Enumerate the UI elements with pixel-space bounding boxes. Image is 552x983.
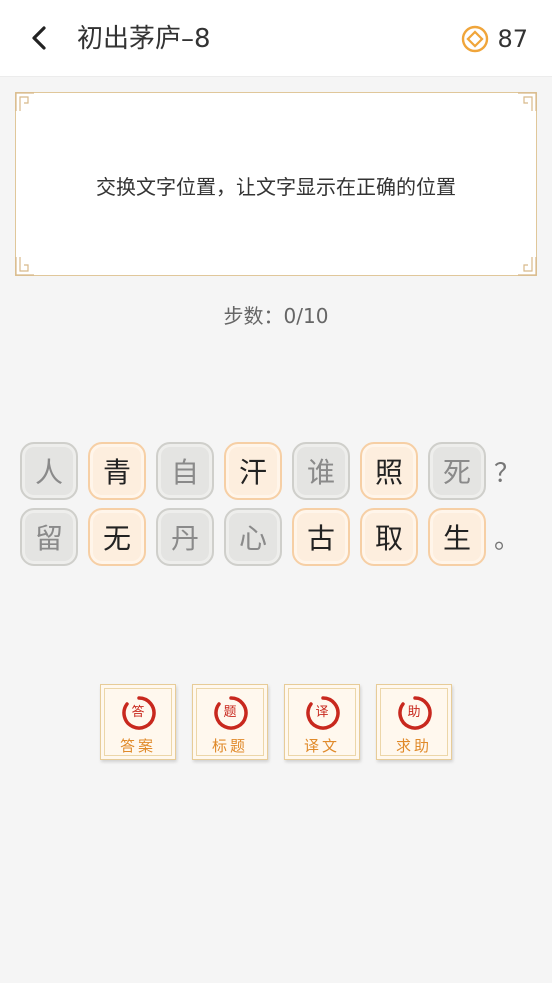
- punctuation-mark: ？: [494, 458, 521, 489]
- instruction-card: 交换文字位置，让文字显示在正确的位置: [15, 92, 537, 276]
- char-tile[interactable]: 生: [428, 508, 486, 566]
- corner-ornament-icon: [15, 257, 34, 276]
- instruction-text: 交换文字位置，让文字显示在正确的位置: [96, 175, 456, 199]
- tile-row-2: 留 无 丹 心 古 取 生 。: [20, 508, 520, 566]
- translation-button[interactable]: 译 译文: [284, 684, 360, 760]
- coin-icon: [462, 25, 489, 53]
- top-bar: 初出茅庐–8 87: [0, 0, 552, 77]
- hint-toolbar: 答 答案 题 标题 译 译文 助 求助: [100, 684, 468, 760]
- step-counter: 步数：0/10: [223, 304, 329, 328]
- char-tile[interactable]: 汗: [224, 442, 282, 500]
- char-tile[interactable]: 自: [156, 442, 214, 500]
- level-title: 初出茅庐–8: [77, 24, 211, 54]
- char-tile[interactable]: 心: [224, 508, 282, 566]
- punctuation-mark: 。: [494, 524, 521, 555]
- tool-label: 求助: [395, 737, 432, 755]
- corner-ornament-icon: [518, 257, 537, 276]
- corner-ornament-icon: [518, 92, 537, 111]
- char-tile[interactable]: 谁: [292, 442, 350, 500]
- char-tile[interactable]: 无: [88, 508, 146, 566]
- char-tile[interactable]: 青: [88, 442, 146, 500]
- back-arrow-icon[interactable]: [22, 20, 58, 56]
- coin-count: 87: [497, 25, 528, 53]
- char-tile[interactable]: 古: [292, 508, 350, 566]
- tool-label: 标题: [211, 737, 248, 755]
- answer-button[interactable]: 答 答案: [100, 684, 176, 760]
- char-tile[interactable]: 取: [360, 508, 418, 566]
- tile-row-1: 人 青 自 汗 谁 照 死 ？: [20, 442, 520, 500]
- char-tile[interactable]: 人: [20, 442, 78, 500]
- char-tile[interactable]: 留: [20, 508, 78, 566]
- tool-label: 答案: [119, 737, 156, 755]
- corner-ornament-icon: [15, 92, 34, 111]
- help-button[interactable]: 助 求助: [376, 684, 452, 760]
- coin-balance: 87: [461, 20, 528, 58]
- char-tile[interactable]: 死: [428, 442, 486, 500]
- tool-label: 译文: [303, 737, 340, 755]
- title-button[interactable]: 题 标题: [192, 684, 268, 760]
- char-tile[interactable]: 照: [360, 442, 418, 500]
- char-tile[interactable]: 丹: [156, 508, 214, 566]
